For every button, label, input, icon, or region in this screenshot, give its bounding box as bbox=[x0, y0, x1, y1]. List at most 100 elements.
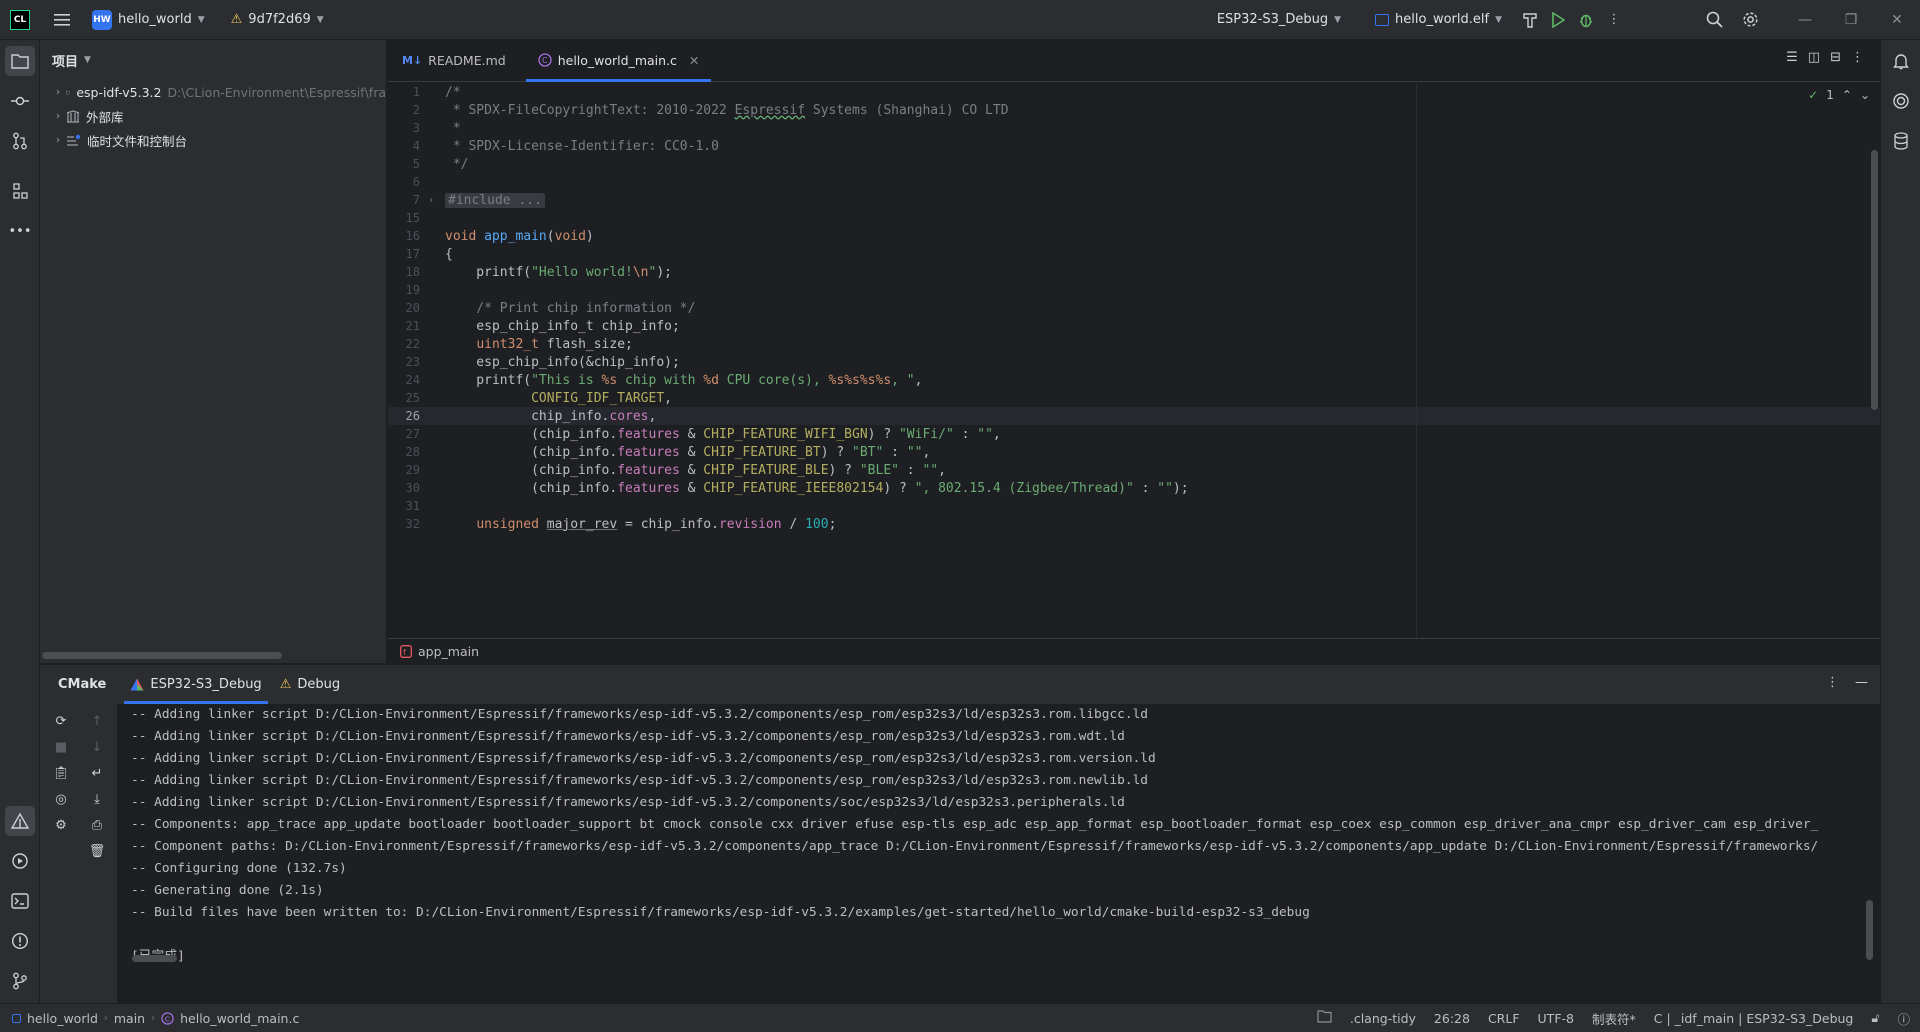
tab-hello-world-main[interactable]: C hello_world_main.c ✕ bbox=[525, 39, 712, 82]
debug-bug-icon[interactable] bbox=[1572, 6, 1600, 34]
more-tools-icon[interactable]: ••• bbox=[5, 216, 35, 246]
editor-vertical-scrollbar[interactable] bbox=[1871, 150, 1878, 410]
pull-requests-icon[interactable] bbox=[5, 126, 35, 156]
ai-assistant-icon[interactable] bbox=[1886, 86, 1916, 116]
code-line[interactable]: 7 › #include ... bbox=[388, 191, 1880, 209]
status-crumb-file[interactable]: hello_world_main.c bbox=[180, 1011, 299, 1026]
cmake-console-output[interactable]: -- Adding linker script D:/CLion-Environ… bbox=[118, 704, 1880, 1004]
settings-gear-icon[interactable] bbox=[1736, 6, 1764, 34]
search-icon[interactable] bbox=[1700, 6, 1728, 34]
vcs-branch-selector[interactable]: ⚠ 9d7f2d69 ▼ bbox=[225, 6, 330, 34]
cmake-settings-icon[interactable]: ⚙ bbox=[50, 814, 72, 836]
problems-icon[interactable] bbox=[5, 926, 35, 956]
project-panel-header[interactable]: 项目 ▼ bbox=[40, 40, 386, 80]
tree-item-esp-idf[interactable]: › esp-idf-v5.3.2 D:\CLion-Environment\Es… bbox=[40, 80, 386, 104]
code-line[interactable]: 32 unsigned major_rev = chip_info.revisi… bbox=[388, 515, 1880, 533]
more-actions-icon[interactable]: ⋮ bbox=[1600, 6, 1628, 34]
clang-tidy-widget[interactable]: .clang-tidy bbox=[1350, 1011, 1416, 1026]
clipboard-icon[interactable]: 📋︎ bbox=[50, 762, 72, 784]
inspection-widget[interactable]: ✓ 1 ⌃ ⌄ bbox=[1808, 88, 1870, 102]
chevron-right-icon[interactable]: › bbox=[56, 135, 60, 146]
line-ending[interactable]: CRLF bbox=[1488, 1011, 1520, 1026]
code-line[interactable]: 26 chip_info.cores, bbox=[388, 407, 1880, 425]
database-icon[interactable] bbox=[1886, 126, 1916, 156]
split-editor-icon[interactable]: ◫ bbox=[1808, 50, 1820, 65]
code-line[interactable]: 20 /* Print chip information */ bbox=[388, 299, 1880, 317]
code-line[interactable]: 6 bbox=[388, 173, 1880, 191]
language-context[interactable]: C | _idf_main | ESP32-S3_Debug bbox=[1654, 1011, 1854, 1026]
up-arrow-icon[interactable]: ↑ bbox=[86, 710, 108, 732]
code-line[interactable]: 24 printf("This is %s chip with %d CPU c… bbox=[388, 371, 1880, 389]
git-icon[interactable] bbox=[5, 966, 35, 996]
chevron-right-icon[interactable]: › bbox=[56, 87, 60, 98]
restore-window-icon[interactable]: ❐ bbox=[1828, 0, 1874, 40]
minimize-window-icon[interactable]: — bbox=[1782, 0, 1828, 40]
project-folder-icon[interactable] bbox=[5, 46, 35, 76]
down-arrow-icon[interactable]: ↓ bbox=[86, 736, 108, 758]
print-icon[interactable]: ⎙ bbox=[86, 814, 108, 836]
folder-icon[interactable] bbox=[1317, 1010, 1332, 1026]
previous-highlight-icon[interactable]: ⌃ bbox=[1842, 88, 1852, 102]
code-editor[interactable]: 1/* 2 * SPDX-FileCopyrightText: 2010-2022… bbox=[388, 83, 1880, 638]
main-menu-icon[interactable] bbox=[48, 6, 76, 34]
preview-icon[interactable]: ⊟ bbox=[1830, 50, 1841, 65]
status-crumb-folder[interactable]: main bbox=[114, 1011, 145, 1026]
close-tab-icon[interactable]: ✕ bbox=[689, 53, 699, 68]
code-line[interactable]: 30 (chip_info.features & CHIP_FEATURE_IE… bbox=[388, 479, 1880, 497]
code-line[interactable]: 25 CONFIG_IDF_TARGET, bbox=[388, 389, 1880, 407]
code-line[interactable]: 1 /* bbox=[388, 83, 1880, 101]
structure-icon[interactable] bbox=[5, 176, 35, 206]
code-line[interactable]: 5 */ bbox=[388, 155, 1880, 173]
tree-item-scratches[interactable]: › 临时文件和控制台 bbox=[40, 128, 386, 152]
editor-more-icon[interactable]: ⋮ bbox=[1851, 50, 1864, 65]
reload-icon[interactable]: ⟳ bbox=[50, 710, 72, 732]
stop-icon[interactable]: ■ bbox=[50, 736, 72, 758]
services-icon[interactable] bbox=[5, 846, 35, 876]
tab-esp32-s3-debug[interactable]: ESP32-S3_Debug bbox=[124, 665, 269, 704]
breadcrumb-function[interactable]: app_main bbox=[418, 644, 479, 659]
code-line[interactable]: 16 void app_main(void) bbox=[388, 227, 1880, 245]
lock-icon[interactable]: 🔓︎ bbox=[1871, 1010, 1879, 1026]
clion-logo-icon[interactable]: CL bbox=[10, 9, 30, 30]
close-window-icon[interactable]: ✕ bbox=[1874, 0, 1920, 40]
code-line[interactable]: 27 (chip_info.features & CHIP_FEATURE_WI… bbox=[388, 425, 1880, 443]
console-horizontal-scrollbar[interactable] bbox=[132, 955, 177, 962]
filter-icon[interactable]: ◎ bbox=[50, 788, 72, 810]
code-line[interactable]: 2 * SPDX-FileCopyrightText: 2010-2022 Es… bbox=[388, 101, 1880, 119]
project-selector[interactable]: HW hello_world ▼ bbox=[86, 6, 211, 34]
chevron-right-icon[interactable]: › bbox=[56, 111, 60, 122]
code-line[interactable]: 3 * bbox=[388, 119, 1880, 137]
code-line[interactable]: 22 uint32_t flash_size; bbox=[388, 335, 1880, 353]
caret-position[interactable]: 26:28 bbox=[1434, 1011, 1470, 1026]
code-line[interactable]: 18 printf("Hello world!\n"); bbox=[388, 263, 1880, 281]
cmake-icon[interactable] bbox=[5, 806, 35, 836]
trash-icon[interactable]: 🗑︎ bbox=[86, 840, 108, 862]
terminal-icon[interactable] bbox=[5, 886, 35, 916]
code-line[interactable]: 28 (chip_info.features & CHIP_FEATURE_BT… bbox=[388, 443, 1880, 461]
reader-mode-icon[interactable]: ☰ bbox=[1786, 50, 1798, 65]
run-icon[interactable] bbox=[1544, 6, 1572, 34]
code-line[interactable]: 21 esp_chip_info_t chip_info; bbox=[388, 317, 1880, 335]
code-line[interactable]: 17 { bbox=[388, 245, 1880, 263]
file-encoding[interactable]: UTF-8 bbox=[1538, 1011, 1574, 1026]
next-highlight-icon[interactable]: ⌄ bbox=[1860, 88, 1870, 102]
tab-debug[interactable]: ⚠ Debug bbox=[274, 665, 346, 704]
run-config-selector[interactable]: ESP32-S3_Debug ▼ bbox=[1211, 6, 1347, 34]
console-vertical-scrollbar[interactable] bbox=[1866, 900, 1873, 960]
hide-panel-icon[interactable]: — bbox=[1855, 675, 1868, 690]
tab-readme[interactable]: M↓ README.md bbox=[390, 39, 518, 81]
code-line[interactable]: 4 * SPDX-License-Identifier: CC0-1.0 bbox=[388, 137, 1880, 155]
code-line[interactable]: 23 esp_chip_info(&chip_info); bbox=[388, 353, 1880, 371]
target-selector[interactable]: hello_world.elf ▼ bbox=[1369, 6, 1508, 34]
commit-icon[interactable] bbox=[5, 86, 35, 116]
code-line[interactable]: 19 bbox=[388, 281, 1880, 299]
status-crumb-project[interactable]: hello_world bbox=[27, 1011, 98, 1026]
notifications-bell-icon[interactable] bbox=[1886, 46, 1916, 76]
scroll-to-end-icon[interactable]: ⤓ bbox=[86, 788, 108, 810]
fold-expand-icon[interactable]: › bbox=[420, 195, 442, 206]
soft-wrap-icon[interactable]: ↵ bbox=[86, 762, 108, 784]
code-line[interactable]: 29 (chip_info.features & CHIP_FEATURE_BL… bbox=[388, 461, 1880, 479]
indent-setting[interactable]: 制表符* bbox=[1592, 1009, 1636, 1028]
tree-item-external-libraries[interactable]: › 外部库 bbox=[40, 104, 386, 128]
project-horizontal-scrollbar[interactable] bbox=[42, 652, 282, 659]
